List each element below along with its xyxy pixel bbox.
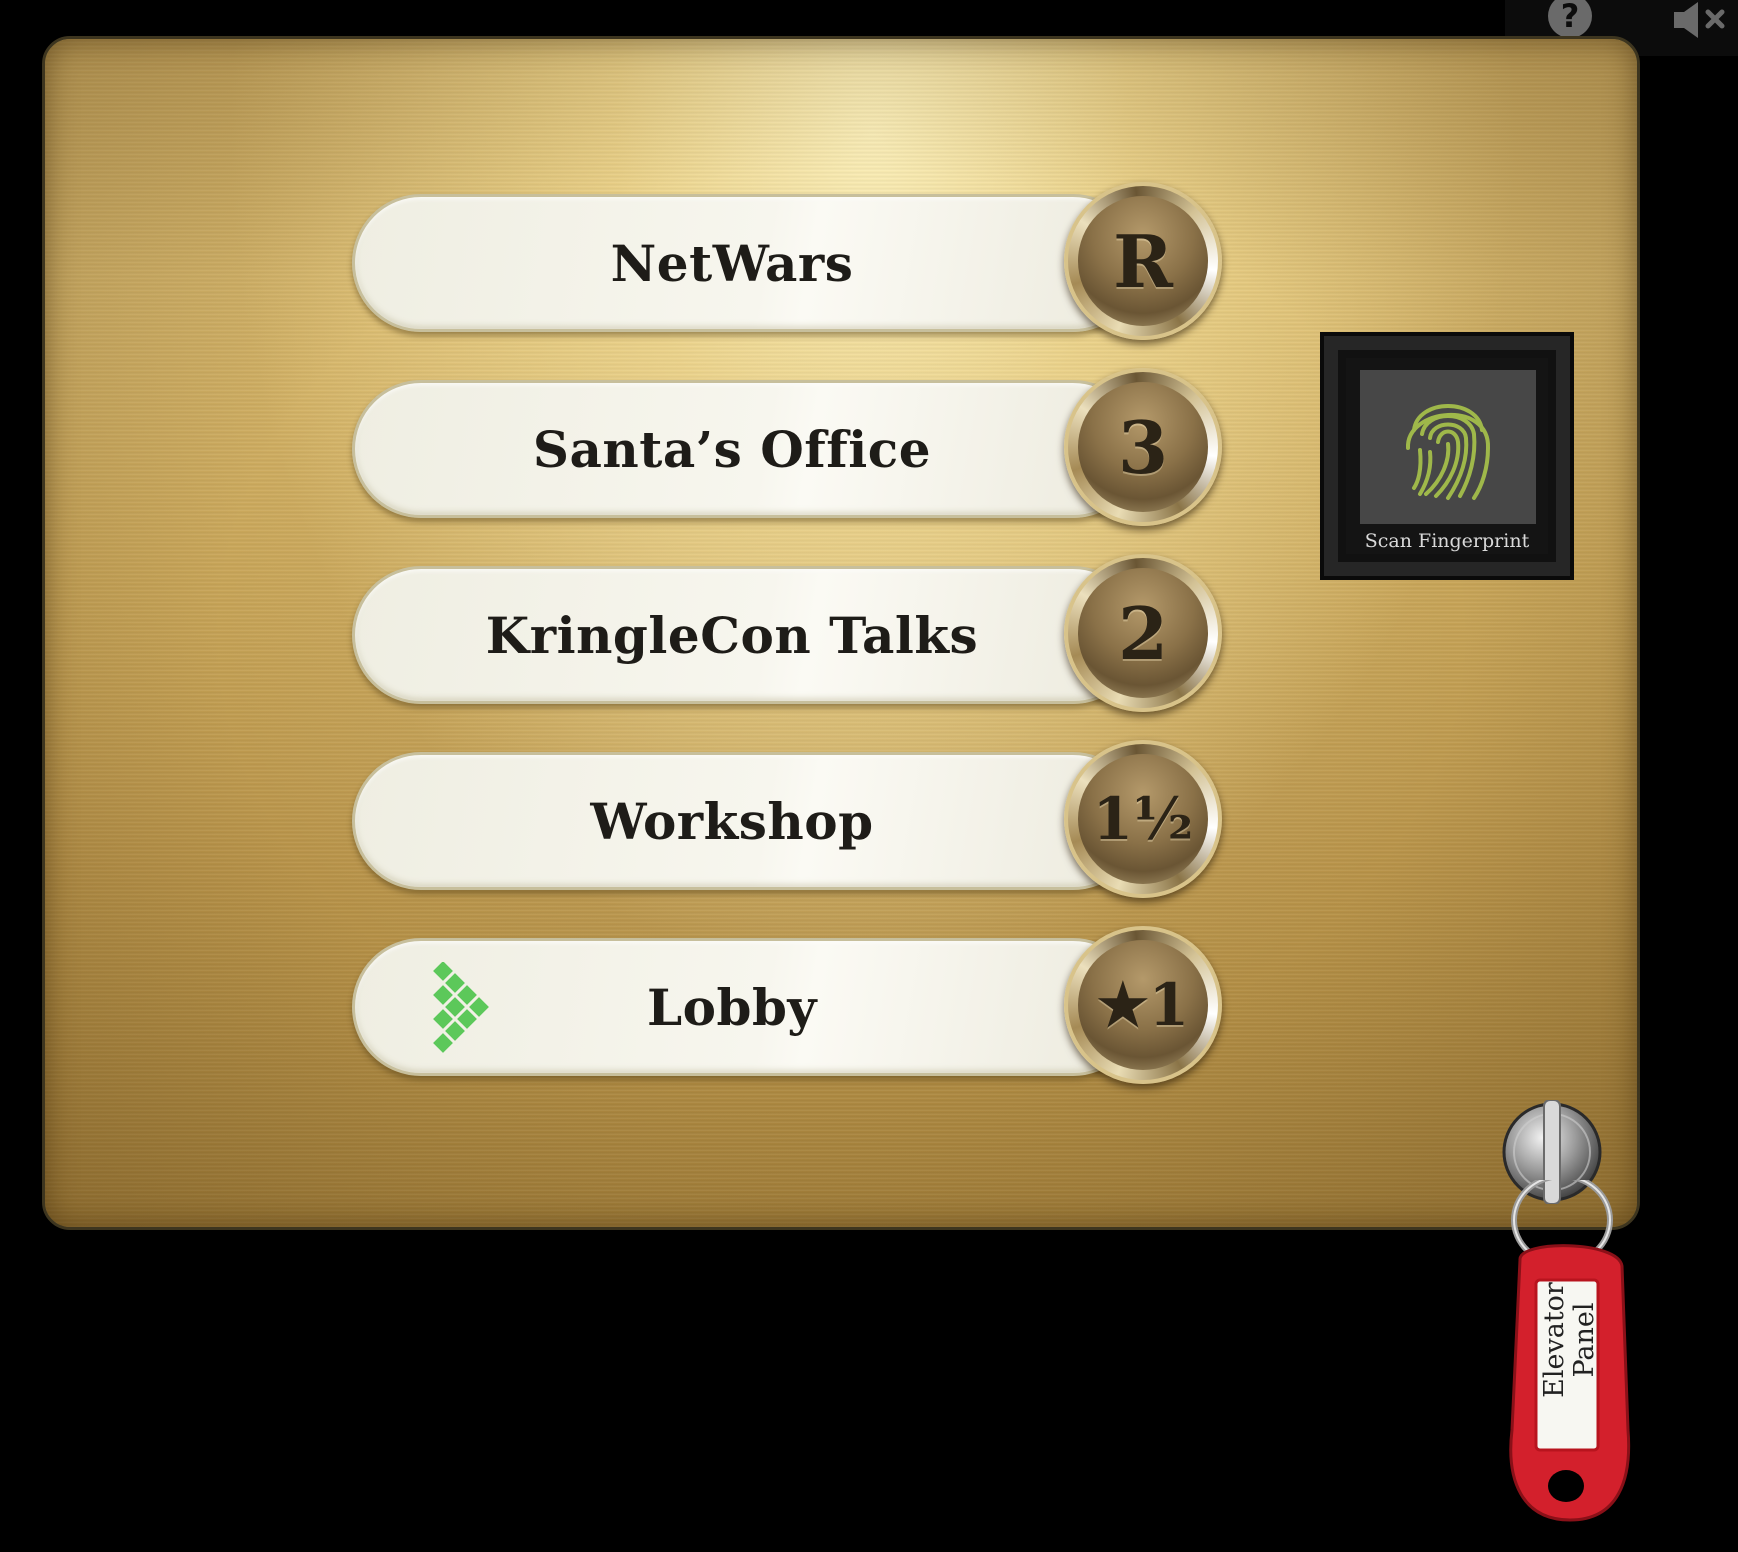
help-icon[interactable]: ?	[1548, 0, 1592, 38]
kringlecon-logo-icon	[433, 962, 489, 1053]
floor-knob[interactable]: 2	[1064, 554, 1222, 712]
floor-knob-text: 1½	[1092, 785, 1194, 853]
floor-knob[interactable]: 3	[1064, 368, 1222, 526]
floor-button-netwars[interactable]: NetWars R	[352, 182, 1224, 340]
key-tag-label: Elevator Panel	[1539, 1250, 1600, 1430]
floor-knob-text: R	[1113, 218, 1173, 304]
floor-label: Workshop	[590, 791, 874, 851]
floor-button-kringlecon-talks[interactable]: KringleCon Talks 2	[352, 554, 1224, 712]
floor-label: Lobby	[647, 977, 817, 1037]
floor-knob-text: ★1	[1096, 971, 1190, 1039]
key-tag-line-1: Elevator	[1539, 1282, 1570, 1398]
floor-knob[interactable]: R	[1064, 182, 1222, 340]
floor-label: NetWars	[610, 233, 854, 293]
floor-button-workshop[interactable]: Workshop 1½	[352, 740, 1224, 898]
scanner-caption: Scan Fingerprint	[1364, 530, 1530, 552]
floor-button-santas-office[interactable]: Santa’s Office 3	[352, 368, 1224, 526]
speaker-muted-icon[interactable]	[1670, 0, 1730, 40]
floor-label: KringleCon Talks	[485, 605, 979, 665]
floor-knob[interactable]: 1½	[1064, 740, 1222, 898]
floor-knob-text: 3	[1117, 404, 1169, 490]
floor-knob-text: 2	[1117, 590, 1169, 676]
fingerprint-scanner[interactable]: Scan Fingerprint	[1320, 332, 1574, 580]
key-tag-line-2: Panel	[1569, 1302, 1600, 1378]
floor-label: Santa’s Office	[532, 419, 932, 479]
scanner-pad[interactable]	[1360, 370, 1536, 524]
elevator-screen: ? NetWars R Santa’s Office 3 KringleCon …	[0, 0, 1738, 1552]
fingerprint-icon	[1405, 404, 1491, 500]
floor-knob[interactable]: ★1	[1064, 926, 1222, 1084]
